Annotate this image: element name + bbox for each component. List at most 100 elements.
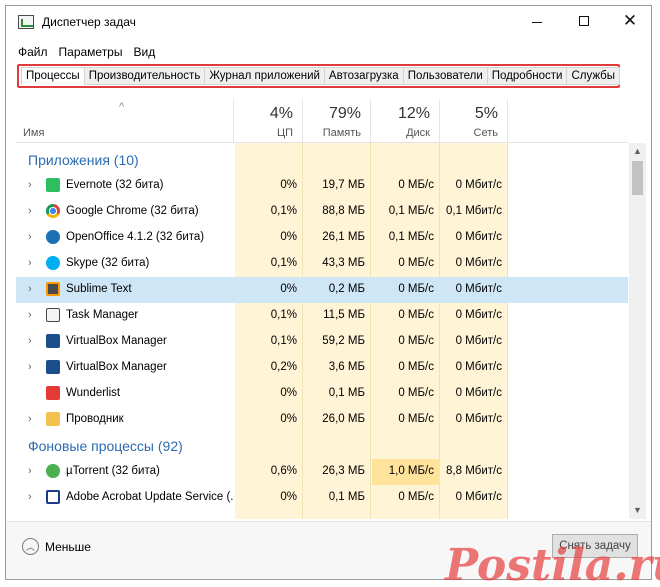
task-manager-icon — [46, 308, 60, 322]
menu-file[interactable]: Файл — [18, 45, 48, 63]
sublime-icon — [46, 282, 60, 296]
chevron-right-icon[interactable]: › — [28, 205, 32, 217]
disk-value: 0 МБ/с — [398, 309, 434, 321]
chevron-right-icon[interactable]: › — [28, 257, 32, 269]
tab-performance[interactable]: Производительность — [84, 67, 206, 85]
tab-users[interactable]: Пользователи — [403, 67, 488, 85]
network-value: 0 Мбит/с — [455, 335, 502, 347]
disk-value: 0,1 МБ/с — [388, 231, 434, 243]
table-row[interactable]: › VirtualBox Manager 0,1% 59,2 МБ 0 МБ/с 0 Мб… — [16, 329, 628, 355]
process-name: Проводник — [66, 413, 124, 425]
network-value: 0,1 Мбит/с — [446, 205, 502, 217]
explorer-icon — [46, 412, 60, 426]
table-row[interactable]: › Evernote (32 бита) 0% 19,7 МБ 0 МБ/с 0 Мбит… — [16, 173, 628, 199]
memory-value: 0,2 МБ — [328, 283, 365, 295]
disk-value: 0 МБ/с — [398, 257, 434, 269]
group-title: Приложения (10) — [28, 152, 139, 168]
menu-view[interactable]: Вид — [133, 45, 155, 63]
chevron-right-icon[interactable]: › — [28, 309, 32, 321]
tab-startup[interactable]: Автозагрузка — [324, 67, 404, 85]
table-row[interactable]: Wunderlist 0% 0,1 МБ 0 МБ/с 0 Мбит/с — [16, 381, 628, 407]
virtualbox-icon — [46, 334, 60, 348]
chevron-right-icon[interactable]: › — [28, 179, 32, 191]
chevron-right-icon[interactable]: › — [28, 413, 32, 425]
chevron-right-icon[interactable]: › — [28, 231, 32, 243]
table-row[interactable]: › Google Chrome (32 бита) 0,1% 88,8 МБ 0,1 М… — [16, 199, 628, 225]
network-total-percent: 5% — [474, 105, 498, 122]
menu-options[interactable]: Параметры — [59, 45, 123, 63]
network-value: 0 Мбит/с — [455, 231, 502, 243]
tab-details[interactable]: Подробности — [487, 67, 568, 85]
process-name: Wunderlist — [66, 387, 121, 399]
column-header-cpu[interactable]: 4% ЦП — [235, 99, 303, 143]
chevron-right-icon[interactable]: › — [28, 361, 32, 373]
fewer-details-button[interactable]: ︿ Меньше — [22, 538, 91, 555]
scroll-down-icon[interactable]: ▼ — [629, 502, 646, 519]
cpu-value: 0% — [280, 387, 297, 399]
group-header[interactable]: Фоновые процессы (92) — [16, 433, 628, 459]
column-label-disk: Диск — [406, 127, 430, 139]
cpu-value: 0,6% — [270, 465, 297, 477]
memory-value: 26,0 МБ — [322, 413, 365, 425]
maximize-button[interactable] — [561, 6, 607, 36]
process-name: Sublime Text — [66, 283, 132, 295]
memory-value: 0,1 МБ — [328, 387, 365, 399]
process-name: VirtualBox Manager — [66, 335, 167, 347]
disk-value: 1,0 МБ/с — [388, 465, 434, 477]
memory-value: 59,2 МБ — [322, 335, 365, 347]
minimize-icon — [532, 21, 542, 23]
disk-value: 0 МБ/с — [398, 491, 434, 503]
minimize-button[interactable] — [514, 6, 560, 36]
process-name: Google Chrome (32 бита) — [66, 205, 199, 217]
cpu-value: 0,1% — [270, 309, 297, 321]
chevron-right-icon[interactable]: › — [28, 283, 32, 295]
chevron-right-icon[interactable]: › — [28, 335, 32, 347]
network-value: 0 Мбит/с — [455, 387, 502, 399]
table-row[interactable]: › Sublime Text 0% 0,2 МБ 0 МБ/с 0 Мбит/с — [16, 277, 628, 303]
disk-value: 0 МБ/с — [398, 413, 434, 425]
table-row[interactable]: › VirtualBox Manager 0,2% 3,6 МБ 0 МБ/с 0 Мби… — [16, 355, 628, 381]
skype-icon — [46, 256, 60, 270]
process-name: VirtualBox Manager — [66, 361, 167, 373]
chevron-right-icon[interactable]: › — [28, 465, 32, 477]
tab-services[interactable]: Службы — [567, 67, 621, 85]
network-value: 0 Мбит/с — [455, 309, 502, 321]
table-row[interactable]: › µTorrent (32 бита) 0,6% 26,3 МБ 1,0 МБ/с 8,… — [16, 459, 628, 485]
cpu-value: 0,1% — [270, 205, 297, 217]
memory-total-percent: 79% — [328, 105, 361, 122]
chevron-right-icon[interactable]: › — [28, 491, 32, 503]
column-header-memory[interactable]: 79% Память — [303, 99, 371, 143]
table-row[interactable]: › OpenOffice 4.1.2 (32 бита) 0% 26,1 МБ 0,1 … — [16, 225, 628, 251]
cpu-value: 0,1% — [270, 335, 297, 347]
vertical-scrollbar[interactable]: ▲ ▼ — [629, 143, 646, 519]
table-row[interactable]: › Adobe Acrobat Update Service (... 0% 0,1 … — [16, 485, 628, 511]
cpu-value: 0% — [280, 413, 297, 425]
column-header-name[interactable]: ^ Имя — [16, 99, 234, 143]
maximize-icon — [579, 16, 589, 26]
wunderlist-icon — [46, 386, 60, 400]
evernote-icon — [46, 178, 60, 192]
column-header-network[interactable]: 5% Сеть — [440, 99, 508, 143]
close-icon: ✕ — [622, 11, 638, 30]
table-row[interactable]: › Skype (32 бита) 0,1% 43,3 МБ 0 МБ/с 0 Мбит/… — [16, 251, 628, 277]
fewer-details-label: Меньше — [45, 539, 91, 554]
table-header: ^ Имя 4% ЦП 79% Память 12% Диск 5% Сеть — [16, 99, 628, 143]
openoffice-icon — [46, 230, 60, 244]
scroll-up-icon[interactable]: ▲ — [629, 143, 646, 160]
tab-processes[interactable]: Процессы — [21, 67, 85, 85]
column-header-disk[interactable]: 12% Диск — [371, 99, 440, 143]
cpu-value: 0,2% — [270, 361, 297, 373]
disk-value: 0 МБ/с — [398, 283, 434, 295]
close-button[interactable]: ✕ — [607, 6, 651, 36]
disk-value: 0 МБ/с — [398, 361, 434, 373]
tab-app-history[interactable]: Журнал приложений — [205, 67, 325, 85]
process-name: OpenOffice 4.1.2 (32 бита) — [66, 231, 205, 243]
table-row[interactable]: › Task Manager 0,1% 11,5 МБ 0 МБ/с 0 Мбит/с — [16, 303, 628, 329]
scrollbar-thumb[interactable] — [632, 161, 643, 195]
network-value: 0 Мбит/с — [455, 179, 502, 191]
window-title: Диспетчер задач — [42, 15, 136, 29]
network-value: 0 Мбит/с — [455, 491, 502, 503]
column-label-network: Сеть — [473, 127, 498, 139]
table-row[interactable]: › Проводник 0% 26,0 МБ 0 МБ/с 0 Мбит/с — [16, 407, 628, 433]
group-header[interactable]: Приложения (10) — [16, 147, 628, 173]
